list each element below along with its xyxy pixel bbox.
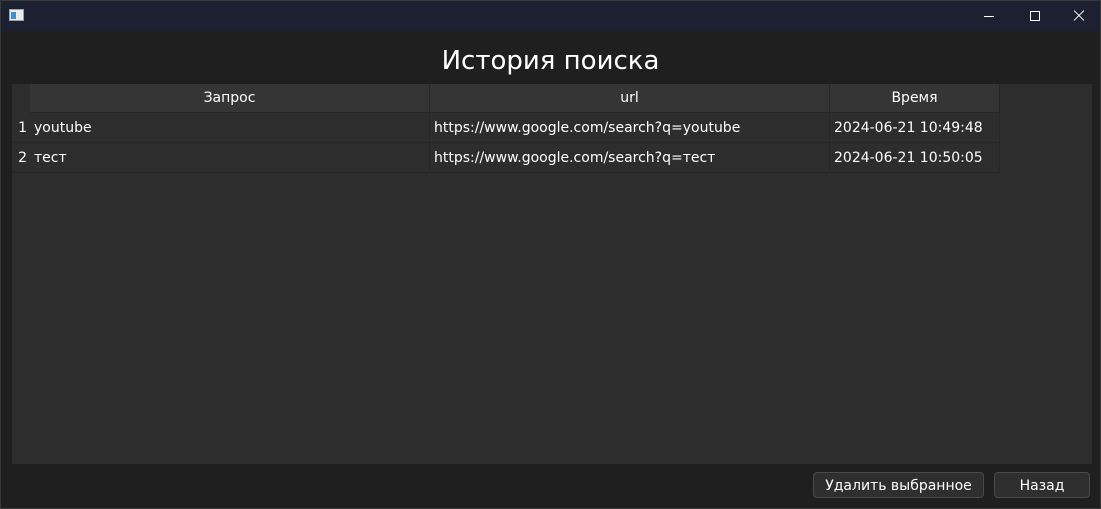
table-cell-query[interactable]: тест (30, 143, 430, 173)
table-cell-time[interactable]: 2024-06-21 10:49:48 (830, 113, 1000, 143)
minimize-icon (984, 15, 994, 17)
maximize-button[interactable] (1012, 1, 1058, 31)
column-header-query[interactable]: Запрос (30, 84, 430, 113)
minimize-button[interactable] (966, 1, 1012, 31)
back-button[interactable]: Назад (994, 472, 1090, 498)
page-title: История поиска (441, 46, 660, 76)
table-cell-query[interactable]: youtube (30, 113, 430, 143)
row-header[interactable]: 1 (12, 113, 30, 143)
close-button[interactable] (1056, 1, 1100, 31)
table-cell-time[interactable]: 2024-06-21 10:50:05 (830, 143, 1000, 173)
maximize-icon (1030, 11, 1040, 21)
row-header[interactable]: 2 (12, 143, 30, 173)
table-cell-url[interactable]: https://www.google.com/search?q=youtube (430, 113, 830, 143)
table-corner-button[interactable] (12, 84, 30, 113)
delete-selected-button[interactable]: Удалить выбранное (813, 472, 984, 498)
history-window: История поиска Запрос url Время 1 youtub… (0, 0, 1101, 509)
table-cell-url[interactable]: https://www.google.com/search?q=тест (430, 143, 830, 173)
title-bar[interactable] (1, 1, 1100, 31)
history-table[interactable]: Запрос url Время 1 youtube https://www.g… (12, 84, 1092, 464)
app-window-icon (9, 9, 24, 21)
column-header-url[interactable]: url (430, 84, 830, 113)
column-header-time[interactable]: Время (830, 84, 1000, 113)
close-icon (1073, 10, 1085, 22)
